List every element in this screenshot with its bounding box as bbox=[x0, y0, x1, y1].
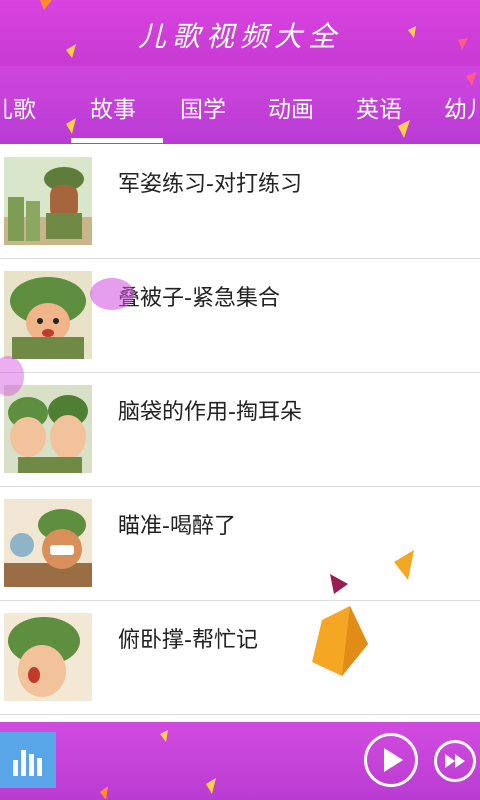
video-list: 军姿练习-对打练习 叠被子-紧急集合 脑袋的作用-掏耳朵 瞄准-喝醉了 俯卧撑-… bbox=[0, 144, 480, 722]
category-tabs: 儿歌 故事 国学 动画 英语 幼儿 bbox=[0, 66, 480, 144]
app-header: 儿歌视频大全 bbox=[0, 0, 480, 66]
active-tab-indicator bbox=[71, 138, 163, 143]
confetti-decoration bbox=[40, 0, 468, 58]
confetti-decoration bbox=[66, 72, 476, 138]
player-bar bbox=[0, 722, 480, 800]
confetti-decoration bbox=[100, 730, 216, 800]
confetti-decoration bbox=[0, 278, 414, 676]
